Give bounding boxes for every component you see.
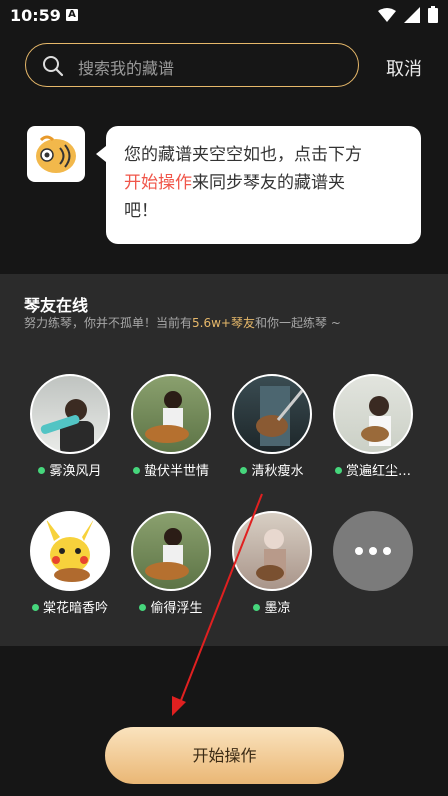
online-user[interactable]: 赏遍红尘… <box>323 374 423 479</box>
hint-line1: 您的藏谱夹空空如也，点击下方 <box>124 145 362 165</box>
panel-title: 琴友在线 <box>24 296 89 315</box>
mascot-avatar <box>27 126 85 182</box>
online-user[interactable]: 蛰伏半世情 <box>121 374 221 479</box>
subtitle-suffix: 和你一起练琴 ~ <box>254 316 341 330</box>
user-avatar <box>232 374 312 454</box>
hint-highlight: 开始操作 <box>124 173 192 193</box>
start-operation-button[interactable]: 开始操作 <box>105 727 344 784</box>
more-users-button[interactable] <box>323 511 423 591</box>
online-dot <box>334 467 342 474</box>
panel-subtitle: 努力练琴，你并不孤单！当前有5.6w+琴友和你一起练琴 ~ <box>24 314 341 331</box>
user-name: 蛰伏半世情 <box>143 464 209 479</box>
battery-icon <box>428 6 438 23</box>
user-avatar <box>131 374 211 454</box>
user-name: 清秋瘦水 <box>251 464 304 479</box>
online-dot <box>38 467 46 474</box>
more-icon <box>333 511 413 591</box>
online-user[interactable]: 棠花暗香吟 <box>20 511 120 616</box>
subtitle-count: 5.6w+琴友 <box>192 316 255 330</box>
user-avatar <box>232 511 312 591</box>
online-user[interactable]: 清秋瘦水 <box>222 374 322 479</box>
system-icons <box>378 6 438 23</box>
online-dot <box>31 604 39 611</box>
user-name: 棠花暗香吟 <box>42 601 108 616</box>
search-box[interactable]: 搜索我的藏谱 <box>25 43 359 87</box>
online-friends-panel: 琴友在线 努力练琴，你并不孤单！当前有5.6w+琴友和你一起练琴 ~ 雾涣风月 … <box>0 274 448 646</box>
online-dot <box>240 467 248 474</box>
empty-hint-bubble: 您的藏谱夹空空如也，点击下方 开始操作来同步琴友的藏谱夹 吧！ <box>96 126 421 244</box>
online-user[interactable]: 雾涣风月 <box>20 374 120 479</box>
cancel-button[interactable]: 取消 <box>386 55 422 81</box>
online-user[interactable]: 偷得浮生 <box>121 511 221 616</box>
signal-icon <box>404 6 420 23</box>
search-input[interactable]: 搜索我的藏谱 <box>78 55 174 79</box>
user-avatar <box>333 374 413 454</box>
user-name: 雾涣风月 <box>49 464 102 479</box>
subtitle-prefix: 努力练琴，你并不孤单！当前有 <box>24 316 193 330</box>
user-name: 偷得浮生 <box>150 601 203 616</box>
user-avatar <box>131 511 211 591</box>
user-name: 赏遍红尘… <box>345 464 411 479</box>
search-icon <box>43 56 64 77</box>
user-avatar <box>30 374 110 454</box>
online-dot <box>139 604 147 611</box>
wifi-icon <box>378 7 396 22</box>
online-user[interactable]: 墨凉 <box>222 511 322 616</box>
online-dot <box>132 467 140 474</box>
mascot-icon <box>36 135 76 173</box>
user-avatar <box>30 511 110 591</box>
status-time: 10:59 <box>10 6 61 25</box>
hint-line3: 吧！ <box>124 201 158 221</box>
status-bar: 10:59 A <box>0 0 448 30</box>
hint-line2: 来同步琴友的藏谱夹 <box>192 173 345 193</box>
user-name: 墨凉 <box>264 601 291 616</box>
online-dot <box>253 604 261 611</box>
notification-a-icon: A <box>66 9 78 21</box>
